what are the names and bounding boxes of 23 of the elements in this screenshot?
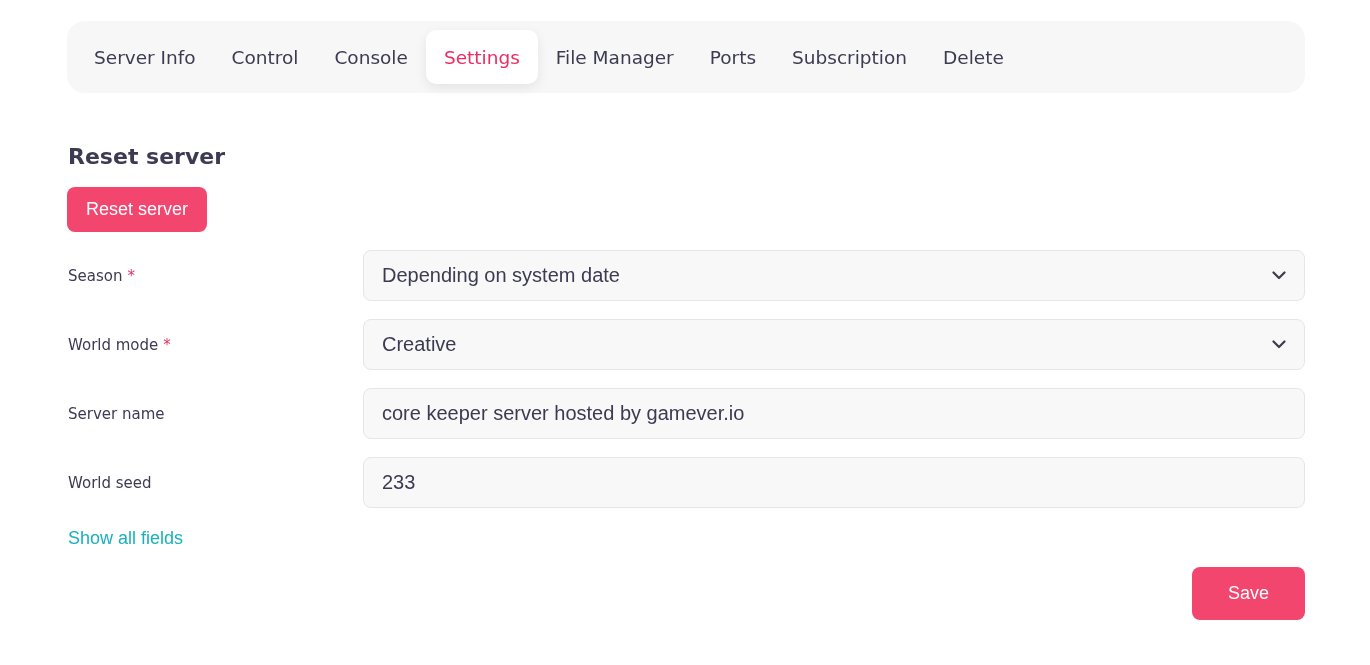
field-label: World mode (68, 335, 159, 354)
tab[interactable]: Console (316, 30, 426, 84)
tab[interactable]: Settings (425, 30, 538, 84)
save-button[interactable]: Save (1192, 567, 1305, 620)
reset-server-button[interactable]: Reset server (67, 187, 208, 232)
select-field[interactable]: Creative (363, 319, 1305, 370)
required-mark: * (127, 266, 135, 285)
tab[interactable]: Control (213, 30, 317, 84)
text-field[interactable]: 233 (363, 457, 1305, 508)
tab[interactable]: Ports (691, 30, 775, 84)
tab[interactable]: File Manager (537, 30, 692, 84)
chevron-down-icon (1272, 340, 1286, 349)
chevron-down-icon (1272, 271, 1286, 280)
section-heading: Reset server (68, 143, 226, 171)
tab[interactable]: Delete (925, 30, 1022, 84)
text-field[interactable]: core keeper server hosted by gamever.io (363, 388, 1305, 439)
field-label: World seed (68, 473, 152, 492)
field-label: Season (68, 266, 123, 285)
required-mark: * (163, 335, 171, 354)
tab[interactable]: Server Info (76, 30, 214, 84)
select-field[interactable]: Depending on system date (363, 250, 1305, 301)
field-label: Server name (68, 404, 165, 423)
tab[interactable]: Subscription (774, 30, 925, 84)
